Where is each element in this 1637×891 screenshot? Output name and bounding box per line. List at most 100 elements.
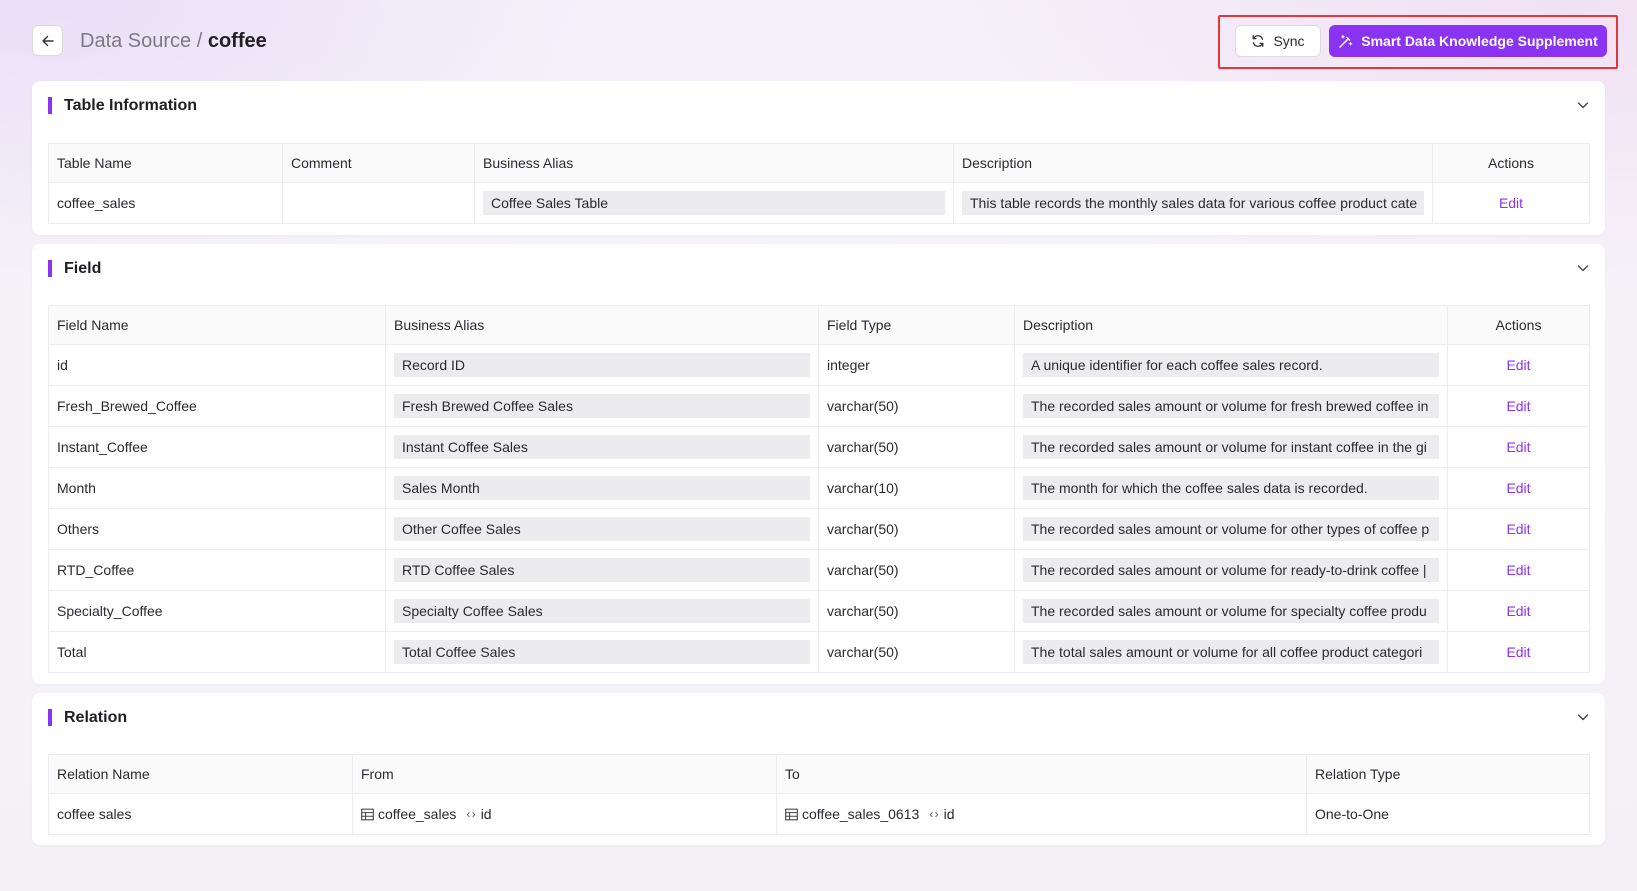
table-header-row: Relation Name From To Relation Type	[48, 754, 1590, 794]
description-input[interactable]: A unique identifier for each coffee sale…	[1023, 353, 1439, 377]
field-name-cell: Instant_Coffee	[48, 426, 386, 468]
table-row: id Record ID integer A unique identifier…	[48, 344, 1590, 386]
edit-link[interactable]: Edit	[1506, 439, 1530, 455]
table-row: Month Sales Month varchar(10) The month …	[48, 467, 1590, 509]
field-type-cell: varchar(50)	[818, 385, 1015, 427]
table-information-card: Table Information Table Name Comment Bus…	[32, 81, 1605, 235]
table-header-row: Table Name Comment Business Alias Descri…	[48, 143, 1590, 183]
column-header: Field Name	[48, 305, 386, 345]
code-icon: ‹ ›	[466, 807, 475, 821]
column-header: Actions	[1447, 305, 1590, 345]
column-header: Description	[953, 143, 1433, 183]
description-input[interactable]: The total sales amount or volume for all…	[1023, 640, 1439, 664]
edit-link[interactable]: Edit	[1506, 644, 1530, 660]
column-header: Relation Name	[48, 754, 353, 794]
breadcrumb-current: coffee	[207, 30, 267, 52]
business-alias-input[interactable]: Other Coffee Sales	[394, 517, 810, 541]
column-header: Actions	[1432, 143, 1590, 183]
chevron-down-icon[interactable]	[1575, 97, 1591, 113]
relation-card: Relation Relation Name From To Relation …	[32, 693, 1605, 845]
chevron-down-icon[interactable]	[1575, 260, 1591, 276]
smart-knowledge-button[interactable]: Smart Data Knowledge Supplement	[1329, 25, 1607, 57]
description-input[interactable]: The recorded sales amount or volume for …	[1023, 394, 1439, 418]
table-row: coffee_sales Coffee Sales Table This tab…	[48, 182, 1590, 224]
table-icon	[785, 808, 798, 820]
table-row: coffee sales coffee_sales ‹ › id coffee_…	[48, 793, 1590, 835]
field-name-cell: Month	[48, 467, 386, 509]
field-type-cell: integer	[818, 344, 1015, 386]
description-input[interactable]: This table records the monthly sales dat…	[962, 191, 1424, 215]
table-icon	[361, 808, 374, 820]
section-title: Relation	[48, 709, 127, 726]
to-table: coffee_sales_0613	[802, 806, 920, 822]
from-field: id	[480, 806, 492, 822]
comment-cell	[282, 182, 475, 224]
column-header: Field Type	[818, 305, 1015, 345]
table-row: Fresh_Brewed_Coffee Fresh Brewed Coffee …	[48, 385, 1590, 427]
table-header-row: Field Name Business Alias Field Type Des…	[48, 305, 1590, 345]
chevron-down-icon[interactable]	[1575, 709, 1591, 725]
column-header: Description	[1014, 305, 1448, 345]
field-card: Field Field Name Business Alias Field Ty…	[32, 244, 1605, 684]
relation-name-cell: coffee sales	[48, 793, 353, 835]
description-input[interactable]: The recorded sales amount or volume for …	[1023, 517, 1439, 541]
arrow-left-icon	[41, 35, 54, 46]
from-table: coffee_sales	[378, 806, 457, 822]
field-name-cell: Others	[48, 508, 386, 550]
field-name-cell: Specialty_Coffee	[48, 590, 386, 632]
breadcrumb-separator: /	[191, 30, 208, 52]
sync-button[interactable]: Sync	[1235, 25, 1321, 57]
column-header: Relation Type	[1306, 754, 1590, 794]
business-alias-input[interactable]: Instant Coffee Sales	[394, 435, 810, 459]
table-row: Total Total Coffee Sales varchar(50) The…	[48, 631, 1590, 673]
table-row: Specialty_Coffee Specialty Coffee Sales …	[48, 590, 1590, 632]
edit-link[interactable]: Edit	[1506, 398, 1530, 414]
field-type-cell: varchar(50)	[818, 590, 1015, 632]
edit-link[interactable]: Edit	[1499, 195, 1523, 211]
edit-link[interactable]: Edit	[1506, 480, 1530, 496]
column-header: Business Alias	[474, 143, 954, 183]
description-input[interactable]: The month for which the coffee sales dat…	[1023, 476, 1439, 500]
magic-wand-icon	[1339, 34, 1353, 48]
field-name-cell: Total	[48, 631, 386, 673]
column-header: To	[776, 754, 1307, 794]
business-alias-input[interactable]: RTD Coffee Sales	[394, 558, 810, 582]
description-input[interactable]: The recorded sales amount or volume for …	[1023, 558, 1439, 582]
table-info-table: Table Name Comment Business Alias Descri…	[48, 143, 1590, 224]
page: Data Source / coffee Sync Smart Data Kno…	[32, 0, 1618, 845]
field-name-cell: id	[48, 344, 386, 386]
business-alias-input[interactable]: Record ID	[394, 353, 810, 377]
column-header: Table Name	[48, 143, 283, 183]
relation-table: Relation Name From To Relation Type coff…	[48, 754, 1590, 835]
section-title: Field	[48, 260, 101, 277]
business-alias-input[interactable]: Sales Month	[394, 476, 810, 500]
relation-to: coffee_sales_0613 ‹ › id	[785, 806, 1298, 822]
page-header: Data Source / coffee Sync Smart Data Kno…	[32, 0, 1618, 81]
sync-label: Sync	[1273, 33, 1305, 49]
field-table: Field Name Business Alias Field Type Des…	[48, 305, 1590, 673]
smart-knowledge-label: Smart Data Knowledge Supplement	[1361, 33, 1598, 49]
business-alias-input[interactable]: Specialty Coffee Sales	[394, 599, 810, 623]
description-input[interactable]: The recorded sales amount or volume for …	[1023, 599, 1439, 623]
table-row: Instant_Coffee Instant Coffee Sales varc…	[48, 426, 1590, 468]
relation-from: coffee_sales ‹ › id	[361, 806, 768, 822]
edit-link[interactable]: Edit	[1506, 603, 1530, 619]
business-alias-input[interactable]: Fresh Brewed Coffee Sales	[394, 394, 810, 418]
description-input[interactable]: The recorded sales amount or volume for …	[1023, 435, 1439, 459]
back-button[interactable]	[32, 25, 63, 56]
edit-link[interactable]: Edit	[1506, 562, 1530, 578]
table-row: Others Other Coffee Sales varchar(50) Th…	[48, 508, 1590, 550]
section-title: Table Information	[48, 97, 197, 114]
table-name-cell: coffee_sales	[48, 182, 283, 224]
field-name-cell: RTD_Coffee	[48, 549, 386, 591]
breadcrumb-parent[interactable]: Data Source	[80, 30, 191, 52]
breadcrumb: Data Source / coffee	[80, 28, 267, 54]
business-alias-input[interactable]: Total Coffee Sales	[394, 640, 810, 664]
field-type-cell: varchar(50)	[818, 508, 1015, 550]
column-header: From	[352, 754, 777, 794]
business-alias-input[interactable]: Coffee Sales Table	[483, 191, 945, 215]
field-name-cell: Fresh_Brewed_Coffee	[48, 385, 386, 427]
field-type-cell: varchar(50)	[818, 549, 1015, 591]
edit-link[interactable]: Edit	[1506, 357, 1530, 373]
edit-link[interactable]: Edit	[1506, 521, 1530, 537]
